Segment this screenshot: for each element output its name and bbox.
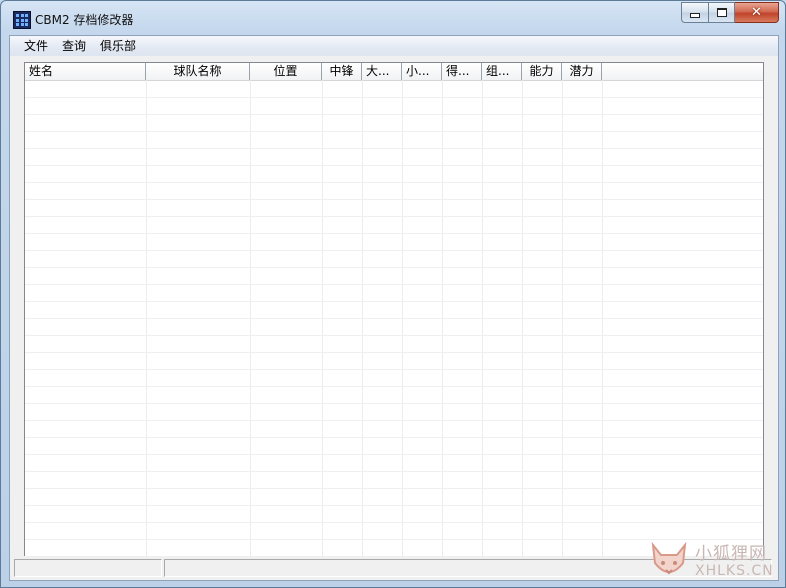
player-list[interactable]: 姓名 球队名称 位置 中锋 大... 小... 得... 组... 能力 潜力 (24, 62, 764, 560)
window-title: CBM2 存档修改器 (35, 13, 134, 27)
row-gridline (25, 182, 763, 183)
close-button[interactable]: ✕ (735, 2, 779, 23)
row-gridline (25, 437, 763, 438)
row-gridline (25, 386, 763, 387)
watermark-url: XHLKS.CN (695, 563, 774, 579)
status-pane-left (14, 559, 162, 577)
row-gridline (25, 505, 763, 506)
column-header-shooting-guard[interactable]: 得... (442, 63, 482, 80)
menu-query[interactable]: 查询 (55, 36, 93, 56)
menu-club[interactable]: 俱乐部 (93, 36, 143, 56)
watermark-text: 小狐狸网 (695, 544, 767, 564)
row-gridline (25, 369, 763, 370)
column-header-ability[interactable]: 能力 (522, 63, 562, 80)
row-gridline (25, 216, 763, 217)
fox-logo-icon (651, 541, 687, 575)
column-header-potential[interactable]: 潜力 (562, 63, 602, 80)
row-gridline (25, 165, 763, 166)
list-header: 姓名 球队名称 位置 中锋 大... 小... 得... 组... 能力 潜力 (25, 63, 763, 81)
row-gridline (25, 403, 763, 404)
row-gridline (25, 267, 763, 268)
row-gridline (25, 488, 763, 489)
caption-buttons: ✕ (681, 2, 779, 23)
app-icon[interactable] (13, 11, 31, 29)
row-gridline (25, 199, 763, 200)
client-area: 文件 查询 俱乐部 姓名 球队名称 位置 中锋 大... 小... 得... 组… (9, 35, 779, 581)
row-gridline (25, 471, 763, 472)
column-header-name[interactable]: 姓名 (25, 63, 146, 80)
column-header-point-guard[interactable]: 组... (482, 63, 522, 80)
row-gridline (25, 148, 763, 149)
row-gridline (25, 97, 763, 98)
row-gridline (25, 420, 763, 421)
maximize-icon (716, 8, 727, 17)
watermark: 小狐狸网 XHLKS.CN (647, 537, 781, 585)
minimize-icon (690, 13, 700, 18)
title-bar[interactable]: CBM2 存档修改器 ✕ (1, 1, 785, 35)
column-header-center[interactable]: 中锋 (322, 63, 362, 80)
menu-file[interactable]: 文件 (10, 36, 55, 56)
row-gridline (25, 250, 763, 251)
row-gridline (25, 114, 763, 115)
close-icon: ✕ (751, 5, 762, 20)
column-header-position[interactable]: 位置 (250, 63, 322, 80)
column-header-power-forward[interactable]: 大... (362, 63, 402, 80)
maximize-button[interactable] (708, 2, 735, 23)
row-gridline (25, 301, 763, 302)
app-window: CBM2 存档修改器 ✕ 文件 查询 俱乐部 姓名 球队名称 位置 中锋 大..… (0, 0, 786, 588)
minimize-button[interactable] (681, 2, 708, 23)
row-gridline (25, 454, 763, 455)
menu-bar: 文件 查询 俱乐部 (10, 36, 778, 56)
column-header-team[interactable]: 球队名称 (146, 63, 250, 80)
row-gridline (25, 284, 763, 285)
row-gridline (25, 352, 763, 353)
row-gridline (25, 522, 763, 523)
row-gridline (25, 318, 763, 319)
row-gridline (25, 233, 763, 234)
column-header-small-forward[interactable]: 小... (402, 63, 442, 80)
row-gridline (25, 131, 763, 132)
row-gridline (25, 335, 763, 336)
